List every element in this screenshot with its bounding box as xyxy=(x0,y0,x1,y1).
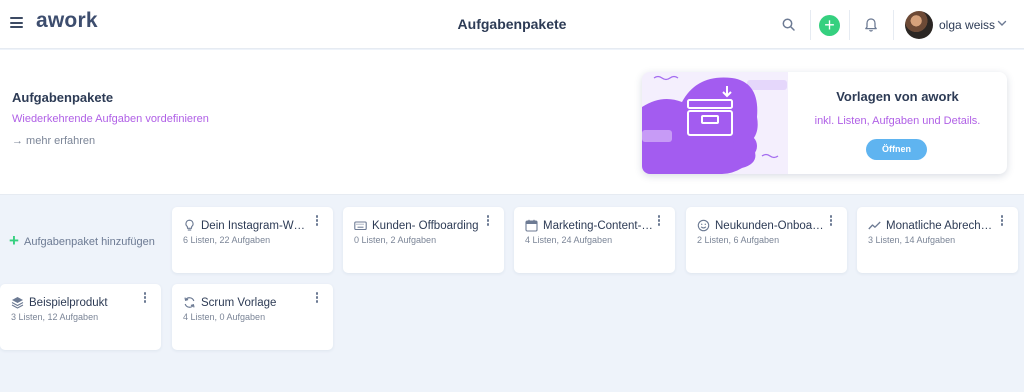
avatar[interactable] xyxy=(905,11,933,39)
card-title: Dein Instagram-Wo… xyxy=(201,220,311,232)
divider xyxy=(849,10,850,40)
card-meta: 4 Listen, 0 Aufgaben xyxy=(183,312,266,322)
layers-icon xyxy=(11,297,24,309)
task-package-card[interactable]: Monatliche Abrech… 3 Listen, 14 Aufgaben xyxy=(857,207,1018,273)
more-options-icon[interactable] xyxy=(313,292,321,306)
page-title: Aufgabenpakete xyxy=(457,16,567,32)
card-meta: 4 Listen, 24 Aufgaben xyxy=(525,235,613,245)
add-task-package-button[interactable]: + Aufgabenpaket hinzufügen xyxy=(0,207,161,273)
task-package-card[interactable]: Scrum Vorlage 4 Listen, 0 Aufgaben xyxy=(172,284,333,350)
awork-logo[interactable]: awork xyxy=(36,9,98,33)
more-options-icon[interactable] xyxy=(998,215,1006,229)
card-meta: 3 Listen, 14 Aufgaben xyxy=(868,235,956,245)
task-package-card[interactable]: Neukunden-Onboa… 2 Listen, 6 Aufgaben xyxy=(686,207,847,273)
divider xyxy=(893,10,894,40)
card-title: Neukunden-Onboa… xyxy=(715,220,824,232)
keyboard-icon xyxy=(354,221,367,231)
calendar-icon xyxy=(525,219,538,232)
promo-title: Vorlagen von awork xyxy=(836,89,959,104)
card-meta: 3 Listen, 12 Aufgaben xyxy=(11,312,99,322)
card-meta: 2 Listen, 6 Aufgaben xyxy=(697,235,780,245)
section-title: Aufgabenpakete xyxy=(12,90,114,105)
user-name[interactable]: olga weiss xyxy=(939,18,995,32)
card-title: Monatliche Abrech… xyxy=(886,220,993,232)
task-package-card[interactable]: Beispielprodukt 3 Listen, 12 Aufgaben xyxy=(0,284,161,350)
templates-promo-card: Vorlagen von awork inkl. Listen, Aufgabe… xyxy=(642,72,1007,174)
template-illustration xyxy=(642,72,788,174)
more-options-icon[interactable] xyxy=(141,292,149,306)
section-subtitle: Wiederkehrende Aufgaben vordefinieren xyxy=(12,113,209,125)
add-button[interactable]: + xyxy=(819,15,840,36)
bell-icon[interactable] xyxy=(862,16,880,34)
plus-icon: + xyxy=(9,231,19,250)
card-title: Beispielprodukt xyxy=(29,297,108,309)
task-package-card[interactable]: Marketing-Content-… 4 Listen, 24 Aufgabe… xyxy=(514,207,675,273)
menu-icon[interactable] xyxy=(10,17,23,28)
add-task-package-label: Aufgabenpaket hinzufügen xyxy=(24,236,155,248)
card-title: Kunden- Offboarding xyxy=(372,220,479,232)
top-bar: awork Aufgabenpakete + olga weiss xyxy=(0,0,1024,49)
task-package-card[interactable]: Kunden- Offboarding 0 Listen, 2 Aufgaben xyxy=(343,207,504,273)
more-options-icon[interactable] xyxy=(827,215,835,229)
more-options-icon[interactable] xyxy=(484,215,492,229)
divider xyxy=(810,10,811,40)
more-options-icon[interactable] xyxy=(313,215,321,229)
card-title: Scrum Vorlage xyxy=(201,297,277,309)
open-templates-button[interactable]: Öffnen xyxy=(866,139,927,160)
task-package-card[interactable]: Dein Instagram-Wo… 6 Listen, 22 Aufgaben xyxy=(172,207,333,273)
header-section: Aufgabenpakete Wiederkehrende Aufgaben v… xyxy=(0,50,1024,195)
card-meta: 6 Listen, 22 Aufgaben xyxy=(183,235,271,245)
lightbulb-icon xyxy=(185,219,194,231)
refresh-icon xyxy=(184,297,195,308)
chevron-down-icon[interactable] xyxy=(996,17,1008,29)
promo-text: inkl. Listen, Aufgaben und Details. xyxy=(814,115,981,127)
card-meta: 0 Listen, 2 Aufgaben xyxy=(354,235,437,245)
more-info-link[interactable]: → mehr erfahren xyxy=(12,135,95,147)
smiley-icon xyxy=(697,219,710,232)
card-title: Marketing-Content-… xyxy=(543,220,653,232)
more-options-icon[interactable] xyxy=(655,215,663,229)
search-icon[interactable] xyxy=(779,15,799,35)
trend-line-icon xyxy=(868,221,881,230)
